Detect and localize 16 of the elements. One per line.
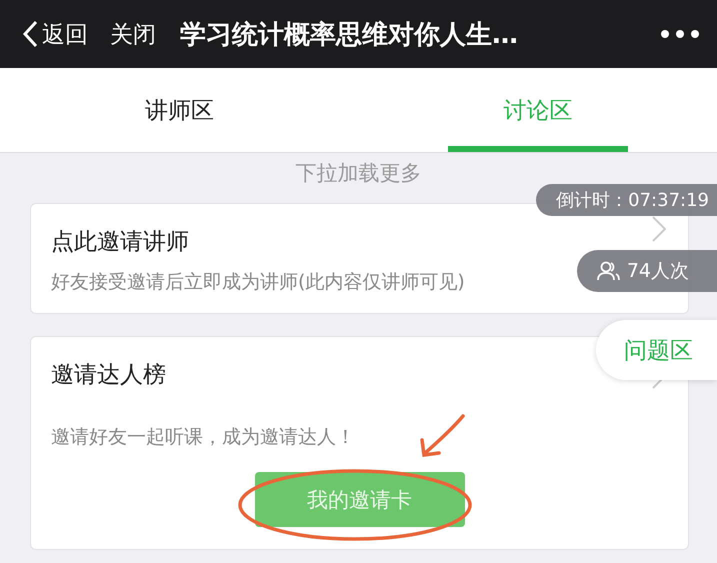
card-title: 邀请达人榜 bbox=[51, 361, 166, 390]
back-icon bbox=[22, 20, 38, 48]
card-title: 点此邀请讲师 bbox=[51, 228, 189, 257]
back-button[interactable]: 返回 bbox=[22, 18, 88, 50]
countdown-badge: 倒计时：07:37:19 bbox=[536, 184, 717, 216]
tab[interactable]: 讲师区 bbox=[0, 68, 358, 152]
close-button[interactable]: 关闭 bbox=[110, 18, 156, 50]
hand-drawn-arrow bbox=[418, 414, 466, 460]
card-subtitle: 好友接受邀请后立即成为讲师(此内容仅讲师可见) bbox=[51, 270, 465, 295]
viewers-count: 74人次 bbox=[626, 259, 689, 284]
page-title: 学习统计概率思维对你人生… bbox=[180, 18, 519, 52]
pull-hint: 下拉加载更多 bbox=[294, 160, 422, 187]
people-icon bbox=[596, 261, 621, 281]
card-description: 邀请好友一起听课，成为邀请达人！ bbox=[51, 425, 355, 450]
more-icon[interactable] bbox=[661, 30, 699, 38]
chevron-right-icon bbox=[652, 216, 666, 242]
